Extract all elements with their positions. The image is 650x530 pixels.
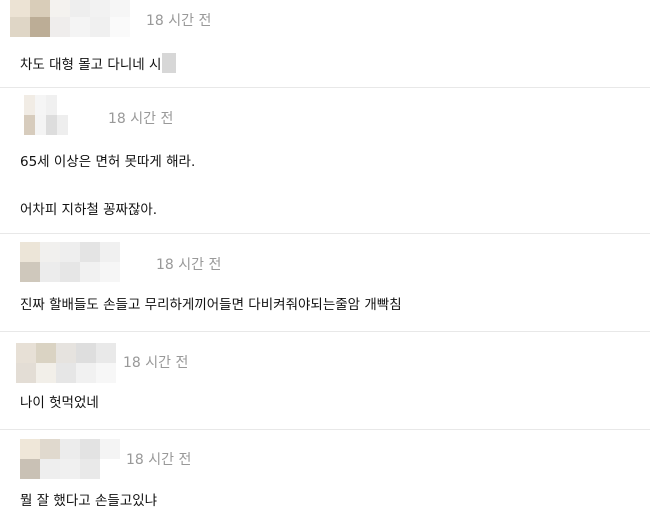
avatar-pixel bbox=[10, 0, 30, 17]
avatar-pixel bbox=[90, 0, 110, 17]
comment-text: 진짜 할배들도 손들고 무리하게끼어들면 다비켜줘야되는줄암 개빡침 bbox=[20, 296, 402, 314]
avatar-pixel bbox=[50, 0, 70, 17]
avatar-pixel bbox=[100, 262, 120, 282]
avatar-pixel bbox=[76, 343, 96, 363]
avatar-pixel bbox=[50, 17, 70, 37]
comment-item: 18 시간 전 뭘 잘 했다고 손들고있냐 bbox=[0, 430, 650, 530]
avatar-pixel bbox=[60, 459, 80, 479]
avatar-pixel bbox=[90, 17, 110, 37]
avatar-pixel bbox=[120, 242, 140, 262]
comment-text: 어차피 지하철 꽁짜잖아. bbox=[20, 201, 157, 219]
avatar-pixel bbox=[30, 0, 50, 17]
comment-timestamp: 18 시간 전 bbox=[108, 111, 174, 127]
comment-line: 진짜 할배들도 손들고 무리하게끼어들면 다비켜줘야되는줄암 개빡침 bbox=[20, 297, 402, 313]
avatar-pixel bbox=[110, 0, 130, 17]
avatar-pixel bbox=[76, 363, 96, 383]
avatar-pixel bbox=[30, 17, 50, 37]
avatar-pixel bbox=[100, 242, 120, 262]
avatar-pixel bbox=[79, 95, 99, 115]
comment-timestamp: 18 시간 전 bbox=[156, 257, 222, 273]
avatar-pixel bbox=[40, 242, 60, 262]
avatar[interactable] bbox=[10, 0, 130, 37]
comment-text: 나이 헛먹었네 bbox=[20, 394, 99, 412]
comment-text: 차도 대형 몰고 다니네 시 bbox=[20, 53, 177, 74]
comment-item: 18 시간 전 나이 헛먹었네 bbox=[0, 332, 650, 430]
comment-line: 어차피 지하철 꽁짜잖아. bbox=[20, 202, 158, 218]
avatar-pixel bbox=[79, 115, 99, 135]
avatar-pixel bbox=[96, 363, 116, 383]
avatar[interactable] bbox=[16, 343, 136, 383]
avatar-pixel bbox=[60, 242, 80, 262]
avatar-pixel bbox=[56, 343, 76, 363]
comment-item: 18 시간 전 차도 대형 몰고 다니네 시 bbox=[0, 0, 650, 88]
avatar-pixel bbox=[80, 459, 100, 479]
comment-text: 65세 이상은 면허 못따게 해라. bbox=[20, 153, 195, 171]
avatar-pixel bbox=[80, 262, 100, 282]
avatar-pixel bbox=[20, 242, 40, 262]
comment-item: 18 시간 전 65세 이상은 면허 못따게 해라. 어차피 지하철 꽁짜잖아. bbox=[0, 88, 650, 234]
avatar-pixel bbox=[20, 439, 40, 459]
avatar-pixel bbox=[10, 17, 30, 37]
avatar-pixel bbox=[120, 262, 140, 282]
avatar[interactable] bbox=[20, 439, 140, 479]
avatar-pixel bbox=[70, 0, 90, 17]
comment-item: 18 시간 전 진짜 할배들도 손들고 무리하게끼어들면 다비켜줘야되는줄암 개… bbox=[0, 234, 650, 332]
redacted-text bbox=[162, 53, 177, 73]
avatar-pixel bbox=[70, 17, 90, 37]
avatar-pixel bbox=[110, 17, 130, 37]
comment-line: 뭘 잘 했다고 손들고있냐 bbox=[20, 493, 158, 509]
avatar-pixel bbox=[60, 262, 80, 282]
comment-line: 차도 대형 몰고 다니네 시 bbox=[20, 57, 162, 73]
comment-text: 뭘 잘 했다고 손들고있냐 bbox=[20, 492, 157, 510]
avatar[interactable] bbox=[20, 242, 140, 282]
comment-timestamp: 18 시간 전 bbox=[146, 13, 212, 29]
avatar-pixel bbox=[40, 439, 60, 459]
avatar-pixel bbox=[100, 439, 120, 459]
avatar-pixel bbox=[36, 363, 56, 383]
comment-line: 나이 헛먹었네 bbox=[20, 395, 99, 411]
avatar-pixel bbox=[16, 343, 36, 363]
avatar-pixel bbox=[40, 262, 60, 282]
avatar-pixel bbox=[56, 363, 76, 383]
avatar-pixel bbox=[96, 343, 116, 363]
avatar-pixel bbox=[60, 439, 80, 459]
avatar-pixel bbox=[80, 242, 100, 262]
avatar-pixel bbox=[16, 363, 36, 383]
comment-timestamp: 18 시간 전 bbox=[126, 452, 192, 468]
avatar-pixel bbox=[20, 262, 40, 282]
avatar-pixel bbox=[100, 459, 120, 479]
avatar-pixel bbox=[40, 459, 60, 479]
avatar-pixel bbox=[80, 439, 100, 459]
comment-timestamp: 18 시간 전 bbox=[123, 355, 189, 371]
comment-line: 65세 이상은 면허 못따게 해라. bbox=[20, 154, 196, 170]
avatar-pixel bbox=[36, 343, 56, 363]
avatar-pixel bbox=[20, 459, 40, 479]
avatar[interactable] bbox=[24, 95, 99, 135]
